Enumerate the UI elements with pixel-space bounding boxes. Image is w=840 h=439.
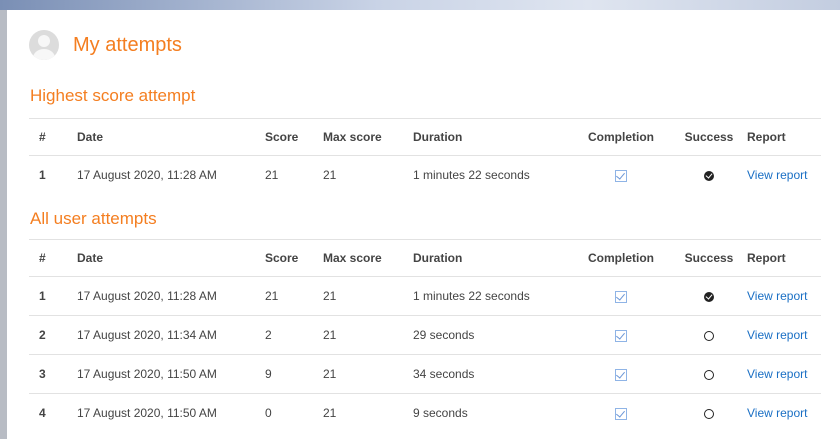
attempt-number: 1 bbox=[29, 276, 77, 316]
all-attempts-rows: 1 17 August 2020, 11:28 AM 21 21 1 minutes 2… bbox=[29, 276, 821, 433]
report-cell: View report bbox=[747, 394, 821, 433]
attempt-score: 0 bbox=[265, 406, 272, 420]
completion-checkbox-icon bbox=[615, 407, 627, 420]
view-report-link[interactable]: View report bbox=[747, 168, 807, 182]
success-cell bbox=[671, 156, 747, 195]
col-header-score: Score bbox=[265, 118, 323, 156]
success-cell bbox=[671, 394, 747, 433]
report-cell: View report bbox=[747, 354, 821, 394]
highest-score-rows: 1 17 August 2020, 11:28 AM 21 21 1 minutes 2… bbox=[29, 156, 821, 195]
completion-checkbox-icon bbox=[615, 368, 627, 381]
page-heading: My attempts bbox=[29, 30, 182, 60]
table-header-row: # Date Score Max score Duration Completi… bbox=[29, 118, 821, 156]
attempt-max-score: 21 bbox=[323, 168, 337, 182]
attempt-number: 3 bbox=[29, 354, 77, 394]
attempt-date: 17 August 2020, 11:50 AM bbox=[77, 354, 265, 394]
attempt-number: 4 bbox=[39, 406, 46, 420]
report-cell: View report bbox=[747, 156, 821, 195]
completion-cell bbox=[571, 156, 671, 195]
attempt-score: 9 bbox=[265, 354, 323, 394]
col-header-completion: Completion bbox=[571, 118, 671, 156]
avatar bbox=[29, 30, 59, 60]
attempt-score: 21 bbox=[265, 276, 323, 316]
attempt-number: 1 bbox=[39, 168, 46, 182]
report-cell: View report bbox=[747, 315, 821, 355]
col-header-num: # bbox=[29, 118, 77, 156]
col-header-max-score: Max score bbox=[323, 118, 413, 156]
table-row: 2 17 August 2020, 11:34 AM 2 21 29 seconds Vi… bbox=[29, 315, 821, 355]
completion-cell bbox=[571, 394, 671, 433]
attempt-max-score: 21 bbox=[323, 354, 413, 394]
highest-score-section-title: Highest score attempt bbox=[30, 86, 196, 105]
highest-score-table: # Date Score Max score Duration Completi… bbox=[29, 118, 821, 194]
completion-cell bbox=[571, 354, 671, 394]
all-attempts-table: # Date Score Max score Duration Completi… bbox=[29, 239, 821, 432]
col-header-completion: Completion bbox=[571, 239, 671, 277]
col-header-report: Report bbox=[747, 118, 821, 156]
attempt-max-score: 21 bbox=[323, 276, 413, 316]
attempt-max-score: 21 bbox=[323, 406, 337, 420]
view-report-link[interactable]: View report bbox=[747, 367, 807, 381]
col-header-max-score: Max score bbox=[323, 239, 413, 277]
col-header-duration: Duration bbox=[413, 118, 571, 156]
attempt-score: 2 bbox=[265, 315, 323, 355]
table-header-row: # Date Score Max score Duration Completi… bbox=[29, 239, 821, 277]
attempt-date: 17 August 2020, 11:50 AM bbox=[77, 406, 217, 420]
success-cell bbox=[671, 315, 747, 355]
success-empty-circle-icon bbox=[704, 369, 714, 380]
attempt-date: 17 August 2020, 11:28 AM bbox=[77, 168, 217, 182]
col-header-score: Score bbox=[265, 239, 323, 277]
attempt-max-score: 21 bbox=[323, 315, 413, 355]
col-header-num: # bbox=[29, 239, 77, 277]
attempt-duration: 34 seconds bbox=[413, 354, 571, 394]
attempt-number: 2 bbox=[29, 315, 77, 355]
col-header-duration: Duration bbox=[413, 239, 571, 277]
col-header-date: Date bbox=[77, 239, 265, 277]
view-report-link[interactable]: View report bbox=[747, 328, 807, 342]
completion-cell bbox=[571, 276, 671, 316]
table-row: 3 17 August 2020, 11:50 AM 9 21 34 seconds Vi… bbox=[29, 354, 821, 394]
completion-checkbox-icon bbox=[615, 290, 627, 303]
window-left-border bbox=[0, 10, 7, 439]
view-report-link[interactable]: View report bbox=[747, 289, 807, 303]
success-check-icon bbox=[704, 291, 714, 302]
view-report-link[interactable]: View report bbox=[747, 406, 807, 420]
attempt-date: 17 August 2020, 11:34 AM bbox=[77, 315, 265, 355]
attempt-date: 17 August 2020, 11:28 AM bbox=[77, 276, 265, 316]
completion-cell bbox=[571, 315, 671, 355]
completion-checkbox-icon bbox=[615, 169, 627, 182]
success-cell bbox=[671, 354, 747, 394]
col-header-success: Success bbox=[671, 239, 747, 277]
all-attempts-section-title: All user attempts bbox=[30, 209, 157, 228]
report-cell: View report bbox=[747, 276, 821, 316]
success-empty-circle-icon bbox=[704, 330, 714, 341]
attempt-duration: 1 minutes 22 seconds bbox=[413, 168, 530, 182]
col-header-date: Date bbox=[77, 118, 265, 156]
window-top-bar bbox=[0, 0, 840, 10]
completion-checkbox-icon bbox=[615, 329, 627, 342]
success-empty-circle-icon bbox=[704, 408, 714, 419]
attempt-score: 21 bbox=[265, 168, 279, 182]
attempt-duration: 1 minutes 22 seconds bbox=[413, 276, 571, 316]
col-header-report: Report bbox=[747, 239, 821, 277]
page-title: My attempts bbox=[73, 33, 182, 56]
attempt-duration: 9 seconds bbox=[413, 406, 468, 420]
success-cell bbox=[671, 276, 747, 316]
table-row: 1 17 August 2020, 11:28 AM 21 21 1 minutes 2… bbox=[29, 156, 821, 195]
success-check-icon bbox=[704, 170, 714, 181]
table-row: 1 17 August 2020, 11:28 AM 21 21 1 minutes 2… bbox=[29, 276, 821, 316]
table-row: 4 17 August 2020, 11:50 AM 0 21 9 seconds Vie… bbox=[29, 394, 821, 433]
main-content: My attempts Highest score attempt # Date… bbox=[7, 10, 840, 439]
attempt-duration: 29 seconds bbox=[413, 315, 571, 355]
col-header-success: Success bbox=[671, 118, 747, 156]
